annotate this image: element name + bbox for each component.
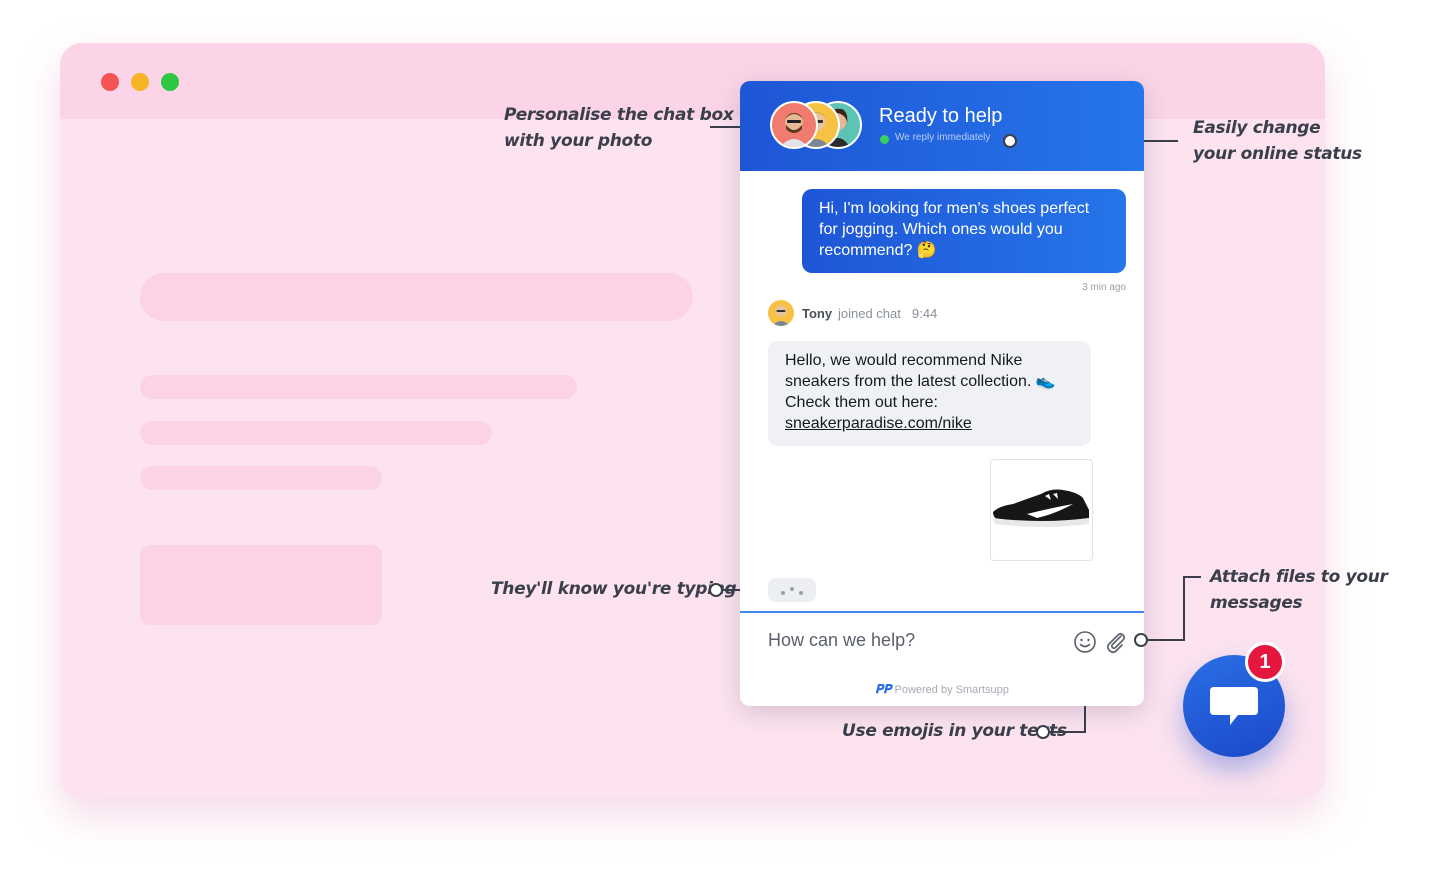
maximize-window-button[interactable] — [161, 73, 179, 91]
placeholder-line — [140, 421, 492, 445]
chat-widget: Ready to help We reply immediately Hi, I… — [740, 81, 1144, 706]
annotation-connector — [1183, 576, 1201, 578]
agent-message-text: Hello, we would recommend Nike sneakers … — [785, 352, 1056, 411]
product-link[interactable]: sneakerparadise.com/nike — [785, 415, 972, 432]
annotation-marker — [709, 583, 723, 597]
message-input[interactable]: How can we help? — [768, 630, 915, 651]
annotation-emojis: Use emojis in your texts — [842, 721, 1067, 741]
powered-by[interactable]: 𝚸𝚸 Powered by Smartsupp — [740, 682, 1144, 697]
agent-avatar-1 — [770, 101, 818, 149]
chat-bubble-icon — [1210, 687, 1258, 725]
chat-header: Ready to help We reply immediately — [740, 81, 1144, 171]
annotation-personalise: Personalise the chat box with your photo — [504, 105, 734, 151]
placeholder-line — [140, 375, 577, 399]
agent-joined-text: joined chat — [838, 306, 901, 321]
annotation-marker — [1036, 725, 1050, 739]
minimize-window-button[interactable] — [131, 73, 149, 91]
annotation-connector — [1183, 576, 1185, 640]
agent-joined-time: 9:44 — [912, 306, 938, 321]
chat-header-title: Ready to help — [879, 105, 1003, 127]
annotation-attach: Attach files to your messages — [1210, 567, 1388, 613]
annotation-marker — [1134, 633, 1148, 647]
annotation-marker — [1003, 134, 1017, 148]
agent-name: Tony — [802, 306, 833, 321]
close-window-button[interactable] — [101, 73, 119, 91]
typing-indicator — [768, 578, 816, 602]
placeholder-heading — [140, 273, 693, 321]
smartsupp-logo-icon: 𝚸𝚸 — [875, 682, 892, 696]
online-status-dot — [880, 135, 889, 144]
paperclip-icon[interactable] — [1104, 630, 1128, 654]
composer-divider — [740, 611, 1144, 613]
annotation-typing: They'll know you're typing — [491, 579, 737, 599]
agent-avatar-small — [768, 300, 794, 326]
product-image-attachment[interactable] — [990, 459, 1093, 561]
typing-dot — [781, 591, 785, 595]
unread-badge: 1 — [1245, 642, 1285, 682]
placeholder-button — [140, 545, 382, 625]
user-message: Hi, I'm looking for men's shoes perfect … — [802, 189, 1126, 273]
placeholder-line — [140, 466, 382, 490]
emoji-icon[interactable] — [1073, 630, 1097, 654]
annotation-connector — [1145, 639, 1185, 641]
annotation-connector — [1049, 731, 1086, 733]
typing-dot — [790, 587, 794, 591]
typing-dot — [799, 591, 803, 595]
powered-by-text: Powered by Smartsupp — [894, 684, 1009, 696]
online-status-text[interactable]: We reply immediately — [895, 132, 990, 143]
annotation-status: Easily change your online status — [1193, 118, 1362, 164]
message-timestamp: 3 min ago — [1082, 282, 1126, 293]
agent-message: Hello, we would recommend Nike sneakers … — [768, 341, 1091, 446]
